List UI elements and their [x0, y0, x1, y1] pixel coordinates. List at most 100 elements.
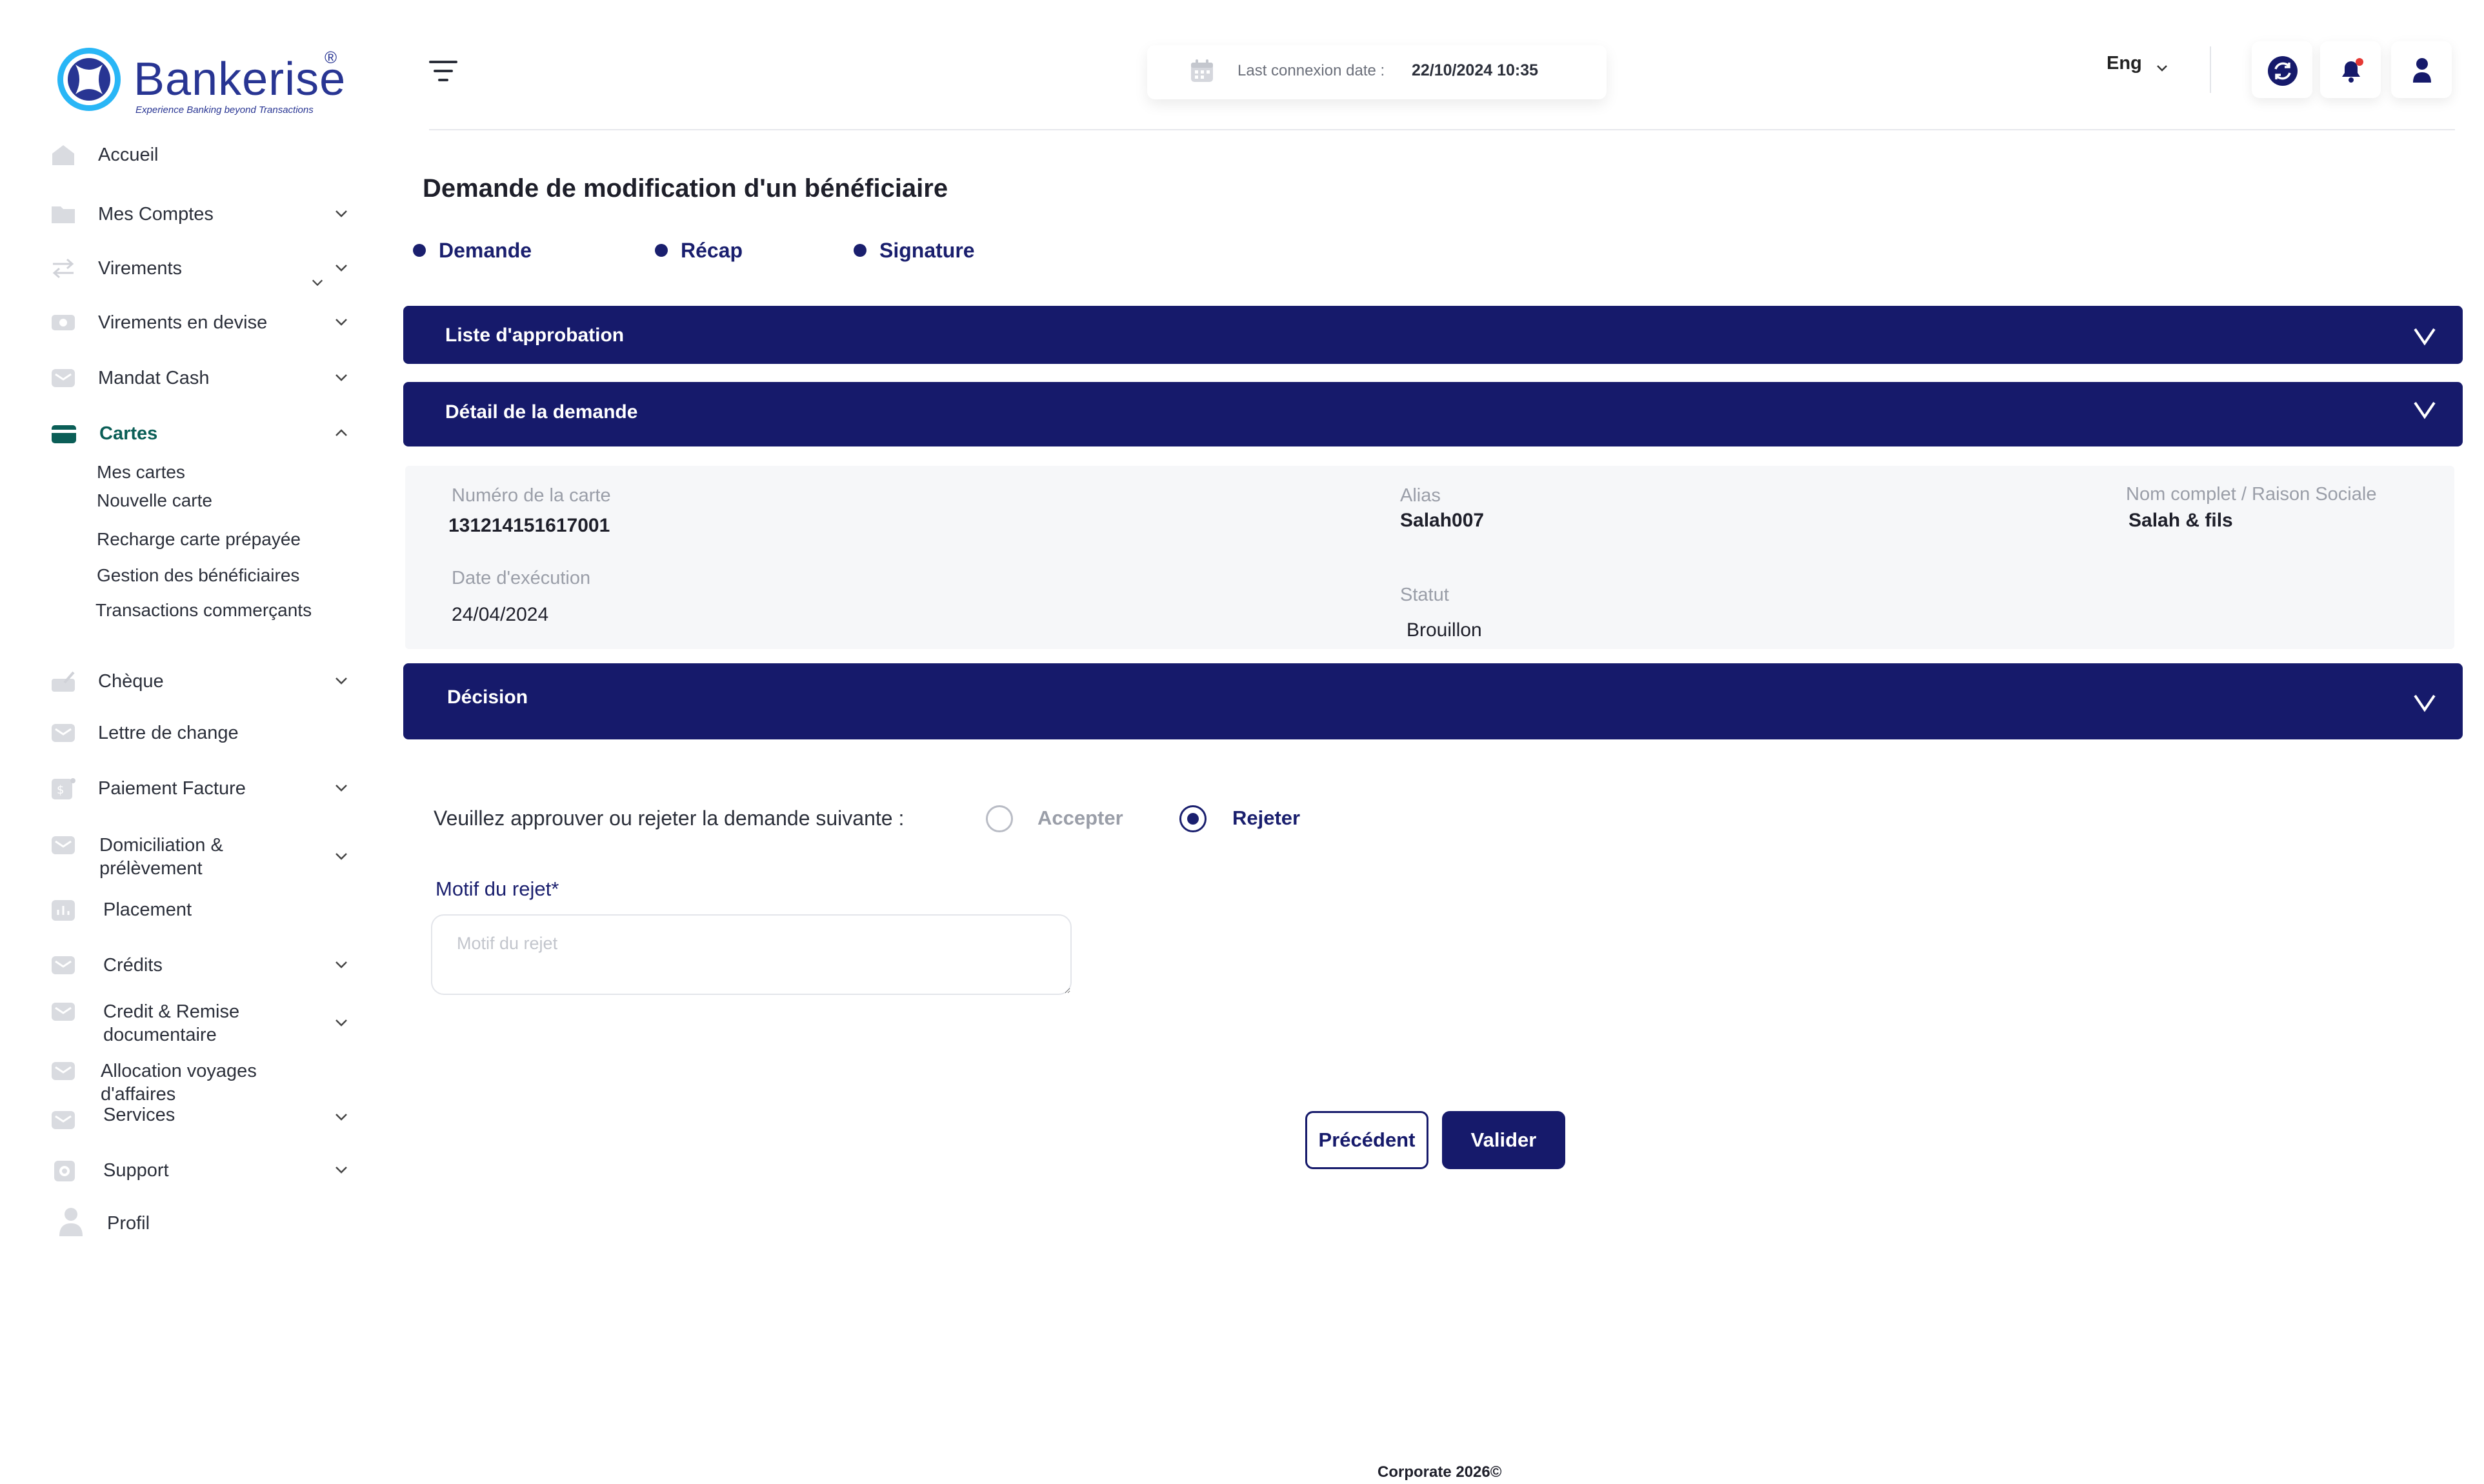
accept-radio[interactable]: [986, 805, 1013, 832]
language-selector[interactable]: Eng: [2107, 53, 2142, 74]
exec-date-label: Date d'exécution: [452, 568, 591, 588]
bell-icon: [2342, 58, 2363, 83]
step-signature: Signature: [854, 239, 975, 263]
chevron-down-icon: [336, 265, 347, 272]
chevron-down-icon: [336, 1167, 347, 1174]
accordion-request-detail[interactable]: Détail de la demande: [403, 382, 2463, 446]
invoice-icon: $: [52, 778, 75, 799]
sidebar-subitem-gestion-beneficiaires[interactable]: Gestion des bénéficiaires: [97, 565, 299, 586]
card-number-value: 131214151617001: [448, 515, 610, 536]
accordion-title: Liste d'approbation: [445, 325, 625, 346]
sidebar-item-label-line2: prélèvement: [99, 858, 203, 879]
request-detail-panel: Numéro de la carte 131214151617001 Alias…: [405, 466, 2454, 649]
sidebar-item-credits[interactable]: Crédits: [45, 946, 355, 985]
chevron-down-icon: [336, 853, 347, 860]
brand-logo[interactable]: Bankerise ® Experience Banking beyond Tr…: [55, 45, 345, 116]
chevron-down-icon: [336, 1019, 347, 1027]
chevron-down-icon: [336, 319, 347, 326]
envelope-icon: [52, 956, 75, 974]
chart-icon: [52, 900, 75, 921]
envelope-icon: [52, 1003, 75, 1021]
chevron-down-icon: [312, 279, 323, 286]
calendar-icon: [1191, 59, 1213, 82]
brand-name: Bankerise: [134, 54, 346, 105]
sidebar-item-label: Domiciliation &: [99, 835, 223, 856]
sidebar-item-support[interactable]: Support: [45, 1151, 355, 1190]
fullname-value: Salah & fils: [2128, 510, 2233, 531]
chevron-down-icon: [336, 1114, 347, 1121]
reject-label[interactable]: Rejeter: [1232, 807, 1300, 830]
reject-radio[interactable]: [1179, 805, 1207, 832]
sidebar-item-label: Mandat Cash: [98, 368, 210, 388]
header-divider: [2210, 46, 2211, 93]
step-recap: Récap: [655, 239, 743, 263]
sidebar-item-placement[interactable]: Placement: [45, 890, 355, 929]
sidebar-item-mandat-cash[interactable]: Mandat Cash: [45, 359, 355, 397]
menu-toggle-icon[interactable]: [429, 59, 457, 83]
footer-copyright: Corporate 2026©: [1377, 1463, 1502, 1481]
switch-account-button[interactable]: [2252, 41, 2312, 98]
sidebar-item-virements[interactable]: Virements: [45, 249, 355, 288]
sidebar-item-label: Paiement Facture: [98, 778, 246, 799]
cheque-icon: [52, 671, 75, 692]
accordion-decision[interactable]: Décision: [403, 663, 2463, 739]
sidebar-item-domiciliation[interactable]: Domiciliation & prélèvement: [45, 826, 355, 884]
chevron-down-icon: [2414, 328, 2436, 346]
accept-label[interactable]: Accepter: [1037, 807, 1123, 830]
reject-reason-input[interactable]: [431, 914, 1072, 995]
sidebar-item-label: Credit & Remise: [103, 1001, 240, 1022]
sidebar-item-label: Support: [103, 1160, 169, 1181]
previous-button[interactable]: Précédent: [1305, 1111, 1428, 1169]
sidebar-item-credit-remise[interactable]: Credit & Remise documentaire: [45, 992, 355, 1050]
chevron-down-icon: [336, 374, 347, 381]
sidebar-item-paiement-facture[interactable]: $ Paiement Facture: [45, 769, 355, 808]
envelope-icon: [52, 836, 75, 854]
exec-date-value: 24/04/2024: [452, 604, 549, 625]
sidebar-subitem-recharge[interactable]: Recharge carte prépayée: [97, 529, 301, 550]
validate-button[interactable]: Valider: [1442, 1111, 1565, 1169]
sidebar-subitem-transactions[interactable]: Transactions commerçants: [95, 600, 312, 621]
accordion-title: Décision: [447, 687, 528, 708]
sidebar-item-label: Cartes: [99, 423, 158, 444]
sidebar-item-label: Virements en devise: [98, 312, 268, 333]
sidebar-item-virements-devise[interactable]: Virements en devise: [45, 303, 355, 342]
card-number-label: Numéro de la carte: [452, 485, 611, 506]
sidebar-item-services[interactable]: Services: [45, 1102, 355, 1141]
support-icon: [54, 1161, 75, 1181]
sidebar-item-profil[interactable]: Profil: [45, 1204, 355, 1243]
envelope-icon: [52, 1111, 75, 1129]
registered-mark: ®: [325, 48, 337, 67]
sidebar-item-allocation-voyages[interactable]: Allocation voyages d'affaires: [45, 1052, 355, 1105]
sidebar-item-lettre-change[interactable]: Lettre de change: [45, 714, 355, 752]
last-connexion-label: Last connexion date :: [1237, 62, 1385, 79]
sidebar-subitem-nouvelle-carte[interactable]: Nouvelle carte: [97, 490, 212, 511]
sidebar-item-label: Accueil: [98, 145, 159, 165]
sync-icon: [2268, 56, 2298, 86]
accordion-title: Détail de la demande: [445, 401, 638, 423]
user-icon: [59, 1208, 83, 1236]
approval-question: Veuillez approuver ou rejeter la demande…: [434, 807, 905, 830]
user-profile-button[interactable]: [2391, 41, 2452, 98]
alias-value: Salah007: [1400, 510, 1485, 531]
transfer-arrows-icon: [52, 258, 74, 279]
chevron-down-icon[interactable]: [2155, 61, 2169, 75]
sidebar-item-accueil[interactable]: Accueil: [45, 135, 355, 174]
chevron-down-icon: [336, 677, 347, 685]
sidebar-subitem-mes-cartes[interactable]: Mes cartes: [97, 462, 185, 483]
bankerise-logo-icon: [57, 48, 121, 111]
notifications-button[interactable]: [2320, 41, 2381, 98]
chevron-down-icon: [2414, 694, 2436, 712]
chevron-down-icon: [336, 210, 347, 217]
sidebar-item-label: Chèque: [98, 671, 164, 692]
sidebar-item-cheque[interactable]: Chèque: [45, 662, 355, 701]
envelope-icon: [52, 724, 75, 742]
svg-text:$: $: [57, 783, 64, 797]
chevron-down-icon: [336, 785, 347, 792]
card-icon: [52, 425, 76, 443]
sidebar-item-label-line2: documentaire: [103, 1025, 217, 1045]
sidebar-item-label: Services: [103, 1105, 175, 1125]
sidebar-item-mes-comptes[interactable]: Mes Comptes: [45, 195, 355, 234]
envelope-icon: [52, 369, 75, 387]
sidebar-item-cartes[interactable]: Cartes: [45, 414, 355, 453]
accordion-approval-list[interactable]: Liste d'approbation: [403, 306, 2463, 364]
